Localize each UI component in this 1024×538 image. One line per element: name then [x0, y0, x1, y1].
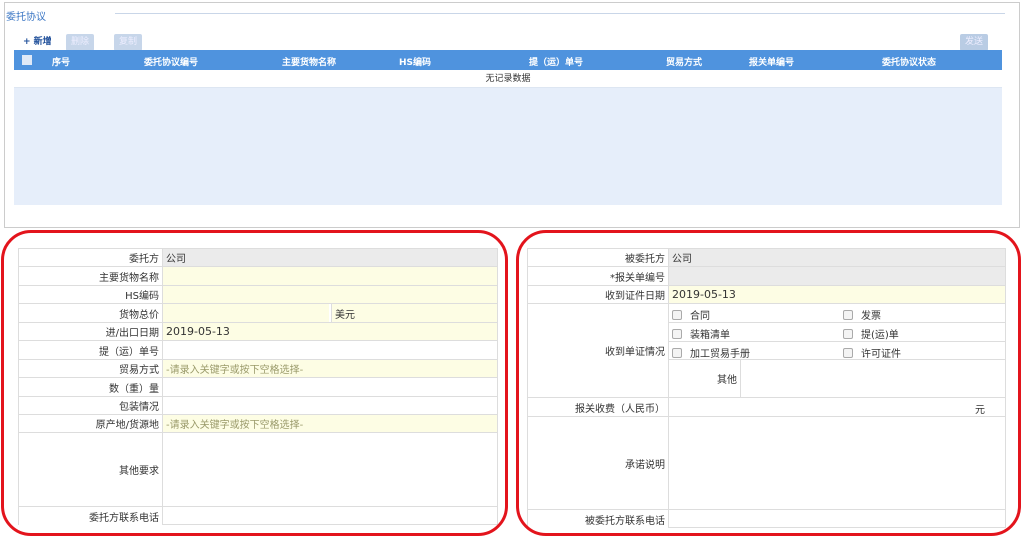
col-header[interactable]: 委托协议状态 [882, 55, 936, 68]
col-header[interactable]: 提（运）单号 [529, 55, 583, 68]
grid-header: 序号 委托协议编号 主要货物名称 HS编码 提（运）单号 贸易方式 报关单编号 … [14, 50, 1002, 70]
panel-title: 委托协议 [6, 12, 46, 23]
copy-button[interactable]: 复制 [114, 34, 143, 51]
col-header[interactable]: 序号 [52, 55, 70, 68]
select-all-checkbox[interactable] [22, 55, 32, 65]
empty-grid-message: 无记录数据 [14, 70, 1002, 88]
title-divider [115, 13, 1005, 14]
send-button[interactable]: 发送 [960, 34, 989, 51]
col-header[interactable]: 贸易方式 [666, 55, 702, 68]
grid-body [14, 88, 1002, 205]
col-header[interactable]: 主要货物名称 [282, 55, 336, 68]
col-header[interactable]: HS编码 [399, 55, 431, 68]
add-button[interactable]: + 新增 [18, 34, 57, 51]
delete-button[interactable]: 删除 [66, 34, 95, 51]
highlight-right [516, 230, 1021, 536]
col-header[interactable]: 报关单编号 [749, 55, 794, 68]
col-header[interactable]: 委托协议编号 [144, 55, 198, 68]
highlight-left [1, 230, 508, 536]
